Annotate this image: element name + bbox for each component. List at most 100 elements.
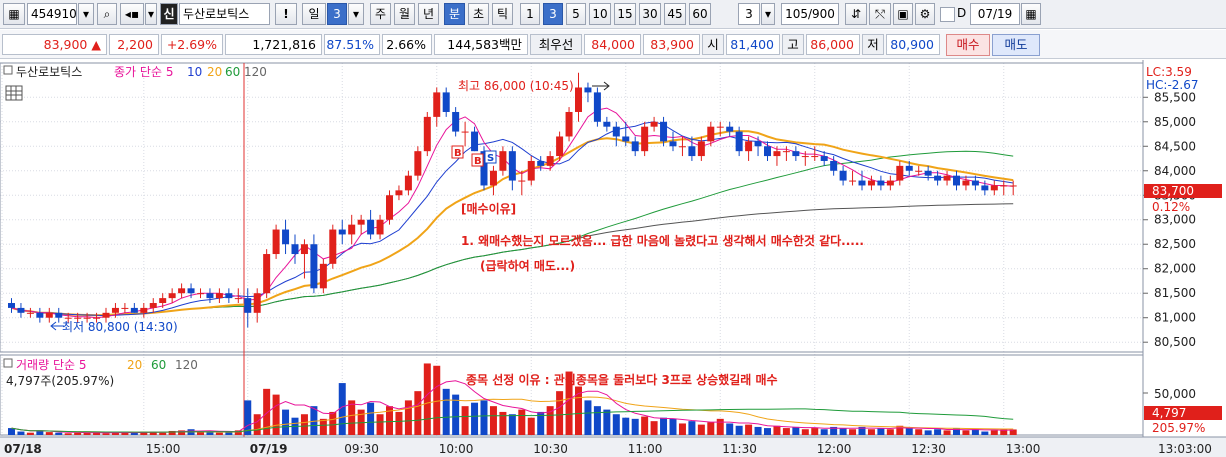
period-num-button[interactable]: 3 — [327, 3, 347, 25]
volume-bar[interactable] — [981, 431, 989, 435]
candle[interactable] — [707, 126, 715, 142]
volume-bar[interactable] — [905, 428, 913, 435]
candle[interactable] — [149, 303, 157, 308]
volume-bar[interactable] — [641, 416, 649, 435]
candle[interactable] — [319, 263, 327, 289]
volume-bar[interactable] — [206, 432, 214, 435]
volume-bar[interactable] — [45, 432, 53, 435]
volume-bar[interactable] — [934, 429, 942, 435]
candle[interactable] — [849, 180, 857, 182]
candle[interactable] — [338, 229, 346, 235]
speaker-dropdown-icon[interactable]: ▾ — [145, 3, 157, 25]
volume-bar[interactable] — [471, 402, 479, 435]
volume-bar[interactable] — [801, 429, 809, 435]
candle[interactable] — [962, 180, 970, 186]
table-icon[interactable] — [5, 85, 23, 101]
volume-bar[interactable] — [433, 365, 441, 435]
candle[interactable] — [990, 185, 998, 191]
candle[interactable] — [546, 156, 554, 166]
volume-bar[interactable] — [414, 391, 422, 435]
candle[interactable] — [215, 293, 223, 299]
minute-60-button[interactable]: 60 — [689, 3, 711, 25]
candle[interactable] — [433, 92, 441, 117]
candle[interactable] — [886, 180, 894, 186]
volume-bar[interactable] — [556, 391, 564, 435]
volume-bar[interactable] — [55, 432, 63, 435]
volume-bar[interactable] — [990, 430, 998, 435]
volume-bar[interactable] — [754, 426, 762, 435]
candle[interactable] — [612, 126, 620, 137]
volume-bar[interactable] — [584, 400, 592, 435]
volume-bar[interactable] — [102, 433, 110, 435]
date-checkbox[interactable] — [940, 7, 955, 22]
candle[interactable] — [197, 293, 204, 295]
candle[interactable] — [234, 298, 242, 300]
candle[interactable] — [830, 160, 838, 171]
period-tick-button[interactable]: 틱 — [492, 3, 513, 25]
search-icon[interactable]: ⌕ — [97, 3, 117, 25]
candle[interactable] — [716, 126, 724, 128]
candle[interactable] — [867, 180, 875, 186]
candle[interactable] — [357, 219, 365, 225]
gear-icon[interactable]: ⚙ — [915, 3, 935, 25]
candle[interactable] — [801, 156, 809, 158]
volume-bar[interactable] — [707, 422, 715, 435]
minute-10-button[interactable]: 10 — [589, 3, 611, 25]
candle[interactable] — [518, 180, 526, 182]
alert-button[interactable]: ! — [275, 3, 297, 25]
candle[interactable] — [404, 175, 412, 191]
volume-bar[interactable] — [716, 418, 724, 435]
candle[interactable] — [915, 170, 923, 172]
volume-bar[interactable] — [962, 430, 970, 435]
volume-bar[interactable] — [64, 433, 72, 435]
candle[interactable] — [565, 111, 573, 137]
volume-bar[interactable] — [527, 417, 535, 435]
candle[interactable] — [168, 293, 176, 299]
candle[interactable] — [102, 312, 110, 318]
minute-15-button[interactable]: 15 — [614, 3, 636, 25]
candle[interactable] — [93, 317, 101, 319]
stock-code-input[interactable]: 454910 — [27, 3, 77, 25]
candle[interactable] — [877, 180, 885, 186]
interval-select[interactable]: 3 — [738, 3, 760, 25]
candle[interactable] — [17, 307, 25, 313]
candle[interactable] — [414, 151, 422, 176]
candle[interactable] — [499, 151, 507, 171]
minute-45-button[interactable]: 45 — [664, 3, 686, 25]
volume-bar[interactable] — [272, 394, 280, 435]
candle[interactable] — [130, 307, 138, 313]
volume-bar[interactable] — [74, 432, 82, 435]
candle[interactable] — [376, 219, 384, 235]
code-dropdown-icon[interactable]: ▾ — [78, 3, 94, 25]
candle[interactable] — [225, 293, 233, 299]
volume-bar[interactable] — [508, 414, 516, 435]
date-field[interactable]: 07/19 — [970, 3, 1020, 25]
candle[interactable] — [735, 131, 743, 152]
volume-bar[interactable] — [282, 409, 290, 435]
candle[interactable] — [556, 136, 564, 157]
period-day-button[interactable]: 일 — [302, 3, 326, 25]
candle[interactable] — [45, 312, 53, 318]
candle[interactable] — [386, 195, 393, 220]
sell-button[interactable]: 매도 — [992, 34, 1040, 56]
price-chart[interactable]: 두산로보틱스 종가 단순 5 10 20 60 120 최고 86,000 (1… — [0, 60, 1226, 457]
candle[interactable] — [244, 298, 252, 313]
candle[interactable] — [471, 131, 479, 152]
candle[interactable] — [111, 307, 119, 313]
bar-tool-icon[interactable]: ⇵ — [845, 3, 867, 25]
candle[interactable] — [660, 121, 668, 142]
volume-bar[interactable] — [593, 406, 601, 435]
volume-bar[interactable] — [8, 428, 15, 435]
candle[interactable] — [905, 165, 913, 171]
volume-bar[interactable] — [367, 402, 375, 435]
candle[interactable] — [650, 121, 658, 127]
candle[interactable] — [603, 121, 611, 127]
candle[interactable] — [178, 288, 186, 294]
candle[interactable] — [688, 146, 696, 157]
candle[interactable] — [754, 141, 762, 147]
stock-name-field[interactable]: 두산로보틱스 — [179, 3, 270, 25]
candle[interactable] — [971, 180, 979, 186]
count-field[interactable]: 105/900 — [781, 3, 839, 25]
candle[interactable] — [159, 298, 167, 304]
candle[interactable] — [575, 87, 582, 112]
